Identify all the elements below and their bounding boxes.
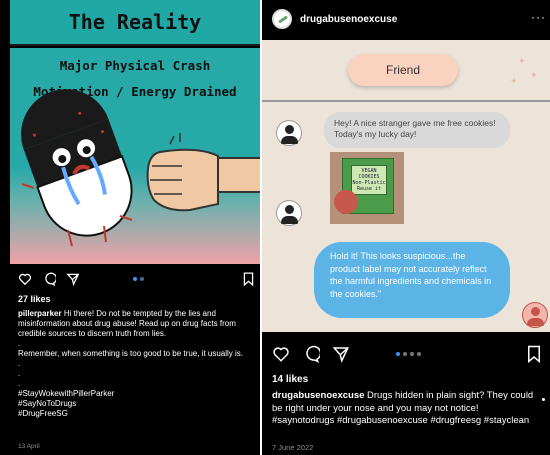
right-post-date: 7 June 2022 <box>272 443 314 452</box>
divider <box>262 100 550 102</box>
heart-icon[interactable] <box>272 345 290 363</box>
person-avatar-icon <box>276 120 302 146</box>
person-avatar-icon <box>522 302 548 328</box>
carousel-indicator <box>133 277 144 281</box>
friend-label: Friend <box>348 54 458 86</box>
chat-bubble-reply: Hold it! This looks suspicious...the pro… <box>314 242 510 318</box>
left-post-date: 13 April <box>18 443 40 450</box>
hashtag[interactable]: #StayWokewithPillerParker <box>18 389 256 399</box>
share-icon[interactable] <box>332 345 350 363</box>
side-dot <box>542 398 545 401</box>
cookie-icon <box>334 190 358 214</box>
pill-illustration <box>21 89 260 247</box>
right-caption-username[interactable]: drugabusenoexcuse <box>272 390 364 401</box>
chat-bubble-friend: Hey! A nice stranger gave me free cookie… <box>324 112 510 148</box>
left-image-header: The Reality <box>10 0 260 46</box>
comment-icon[interactable] <box>42 272 56 286</box>
more-icon[interactable]: ··· <box>531 10 546 24</box>
hashtag[interactable]: #SayNoToDrugs <box>18 399 256 409</box>
right-post-image[interactable]: Friend ✦ ✦ ✦ Hey! A nice stranger gave m… <box>262 40 550 332</box>
bookmark-icon[interactable] <box>526 345 542 363</box>
share-icon[interactable] <box>66 272 80 286</box>
left-likes-count[interactable]: 27 likes <box>18 294 51 304</box>
sparkle-icon: ✦ <box>510 76 518 86</box>
left-image-title: The Reality <box>68 10 202 34</box>
bookmark-icon[interactable] <box>242 272 255 286</box>
hashtag[interactable]: #DrugFreeSG <box>18 409 256 419</box>
left-caption: pillerparker Hi there! Do not be tempted… <box>18 309 256 419</box>
left-caption-username[interactable]: pillerparker <box>18 309 62 318</box>
left-post-image[interactable]: Major Physical Crash Motivation / Energy… <box>10 48 260 264</box>
comment-icon[interactable] <box>302 345 320 363</box>
package-label: VEGAN COOKIES Non-Plastic Reuse it <box>351 165 387 195</box>
right-caption: drugabusenoexcuse Drugs hidden in plain … <box>272 390 542 428</box>
right-action-bar <box>262 342 550 368</box>
avatar[interactable] <box>272 9 292 29</box>
left-post: The Reality Major Physical Crash Motivat… <box>0 0 260 455</box>
right-post: drugabusenoexcuse ··· Friend ✦ ✦ ✦ Hey! … <box>262 0 550 455</box>
heart-icon[interactable] <box>18 272 32 286</box>
right-likes-count[interactable]: 14 likes <box>272 374 308 385</box>
carousel-indicator <box>396 352 421 356</box>
person-avatar-icon <box>276 200 302 226</box>
right-post-header: drugabusenoexcuse ··· <box>262 0 550 40</box>
sparkle-icon: ✦ <box>518 56 526 66</box>
right-post-username[interactable]: drugabusenoexcuse <box>300 14 397 25</box>
left-action-bar <box>0 268 260 292</box>
cookie-package-image: VEGAN COOKIES Non-Plastic Reuse it <box>330 152 404 224</box>
sparkle-icon: ✦ <box>530 70 538 80</box>
